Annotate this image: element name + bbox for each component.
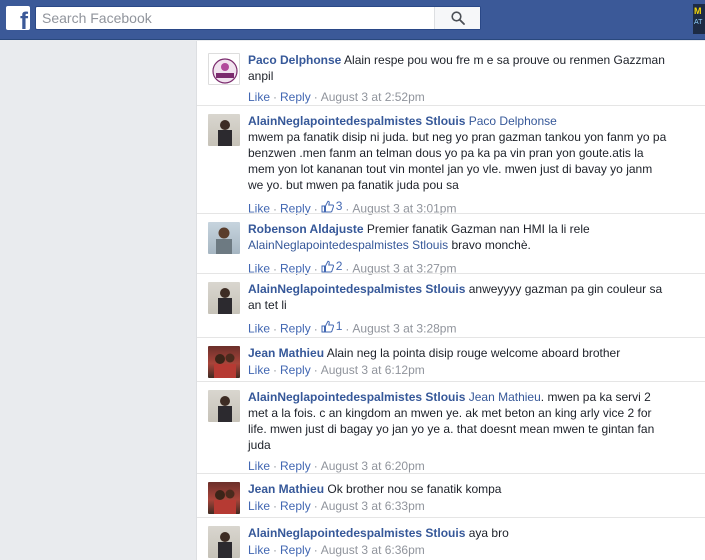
like-link[interactable]: Like: [248, 459, 270, 473]
comment-timestamp[interactable]: August 3 at 6:36pm: [321, 543, 425, 557]
comment: Robenson Aldajuste Premier fanatik Gazma…: [197, 213, 705, 276]
like-link[interactable]: Like: [248, 363, 270, 377]
like-link[interactable]: Like: [248, 543, 270, 557]
avatar[interactable]: [208, 346, 240, 378]
comment-text: Ok brother nou se fanatik kompa: [327, 482, 502, 496]
reply-link[interactable]: Reply: [280, 543, 311, 557]
comment-timestamp[interactable]: August 3 at 3:28pm: [352, 322, 456, 336]
comment: AlainNeglapointedespalmistes Stlouis Jea…: [197, 381, 705, 477]
comment-actions: Like · Reply · 1 · August 3 at 3:28pm: [248, 318, 457, 336]
top-navigation-bar: f M AT: [0, 0, 705, 40]
comment-author[interactable]: Robenson Aldajuste: [248, 222, 364, 236]
comment: AlainNeglapointedespalmistes Stlouis aya…: [197, 517, 705, 560]
search-button[interactable]: [434, 7, 480, 29]
comment-actions: Like · Reply · August 3 at 6:33pm: [248, 499, 425, 513]
comment-author[interactable]: AlainNeglapointedespalmistes Stlouis: [248, 390, 465, 404]
reply-link[interactable]: Reply: [280, 363, 311, 377]
comment-author[interactable]: AlainNeglapointedespalmistes Stlouis: [248, 114, 465, 128]
search-icon: [450, 11, 465, 25]
avatar[interactable]: [208, 282, 240, 314]
comment: AlainNeglapointedespalmistes Stlouis Pac…: [197, 105, 705, 217]
comment-text: bravo monchè.: [451, 238, 531, 252]
like-count[interactable]: 2: [321, 258, 342, 274]
comment-author[interactable]: Jean Mathieu: [248, 482, 324, 496]
comment-mention[interactable]: Paco Delphonse: [469, 114, 557, 128]
comment-text: aya bro: [468, 526, 509, 540]
comment-author[interactable]: Jean Mathieu: [248, 346, 324, 360]
like-link[interactable]: Like: [248, 499, 270, 513]
comment-author[interactable]: AlainNeglapointedespalmistes Stlouis: [248, 282, 465, 296]
comment-actions: Like · Reply · August 3 at 6:12pm: [248, 363, 425, 377]
avatar[interactable]: [208, 222, 240, 254]
like-count[interactable]: 3: [321, 198, 342, 214]
comment: AlainNeglapointedespalmistes Stlouis anw…: [197, 273, 705, 337]
thumbs-up-icon: [321, 200, 334, 212]
comment-author[interactable]: Paco Delphonse: [248, 53, 341, 67]
comment-mention[interactable]: Jean Mathieu: [469, 390, 541, 404]
search-input[interactable]: [42, 9, 422, 27]
comment-text: Alain neg la pointa disip rouge welcome …: [326, 346, 621, 360]
avatar[interactable]: [208, 482, 240, 514]
comment-timestamp[interactable]: August 3 at 6:20pm: [321, 459, 425, 473]
comment: Paco Delphonse Alain respe pou wou fre m…: [197, 45, 705, 109]
avatar[interactable]: [208, 390, 240, 422]
comment-text-prefix: Premier fanatik Gazman nan HMI la li rel…: [366, 222, 590, 236]
facebook-logo-icon[interactable]: f: [6, 6, 30, 30]
comment-timestamp[interactable]: August 3 at 6:12pm: [321, 363, 425, 377]
comment-timestamp[interactable]: August 3 at 6:33pm: [321, 499, 425, 513]
avatar[interactable]: [208, 526, 240, 558]
comment-mention[interactable]: AlainNeglapointedespalmistes Stlouis: [248, 238, 448, 252]
comment-actions: Like · Reply · August 3 at 2:52pm: [248, 90, 425, 104]
like-link[interactable]: Like: [248, 322, 270, 336]
search-box: [35, 6, 481, 30]
reply-link[interactable]: Reply: [280, 499, 311, 513]
comment-author[interactable]: AlainNeglapointedespalmistes Stlouis: [248, 526, 465, 540]
comment-actions: Like · Reply · August 3 at 6:36pm: [248, 543, 425, 557]
comment-timestamp[interactable]: August 3 at 2:52pm: [321, 90, 425, 104]
like-link[interactable]: Like: [248, 90, 270, 104]
comment-text: mwem pa fanatik disip ni juda. but neg y…: [248, 130, 667, 192]
avatar[interactable]: [208, 53, 240, 85]
thumbs-up-icon: [321, 260, 334, 272]
comment: Jean Mathieu Ok brother nou se fanatik k…: [197, 473, 705, 517]
reply-link[interactable]: Reply: [280, 459, 311, 473]
comment-actions: Like · Reply · August 3 at 6:20pm: [248, 459, 425, 473]
comment: Jean Mathieu Alain neg la pointa disip r…: [197, 337, 705, 381]
partial-page-badge[interactable]: M AT: [693, 4, 705, 34]
reply-link[interactable]: Reply: [280, 322, 311, 336]
like-count[interactable]: 1: [321, 318, 342, 334]
reply-link[interactable]: Reply: [280, 90, 311, 104]
thumbs-up-icon: [321, 320, 334, 332]
avatar[interactable]: [208, 114, 240, 146]
